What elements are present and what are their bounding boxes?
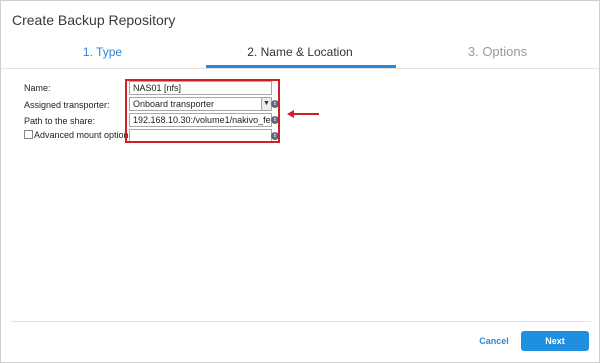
tab-options[interactable]: 3. Options	[396, 41, 599, 65]
tab-type[interactable]: 1. Type	[1, 41, 204, 65]
advanced-mount-label: Advanced mount options:	[34, 130, 136, 140]
advanced-mount-checkbox[interactable]	[24, 130, 33, 139]
create-backup-repository-dialog: Create Backup Repository 1. Type 2. Name…	[0, 0, 600, 363]
next-button[interactable]: Next	[521, 331, 589, 351]
dialog-title: Create Backup Repository	[12, 12, 176, 28]
red-arrow-shaft	[293, 113, 319, 115]
footer-divider	[11, 321, 591, 322]
tab-name-location[interactable]: 2. Name & Location	[204, 41, 396, 65]
name-label: Name:	[24, 83, 51, 93]
cancel-button[interactable]: Cancel	[471, 332, 517, 350]
annotation-highlight-box	[125, 79, 280, 143]
transporter-label: Assigned transporter:	[24, 100, 110, 110]
wizard-steps: 1. Type 2. Name & Location 3. Options	[1, 41, 599, 67]
tab-divider	[1, 68, 599, 69]
active-tab-indicator	[206, 65, 396, 68]
path-label: Path to the share:	[24, 116, 96, 126]
